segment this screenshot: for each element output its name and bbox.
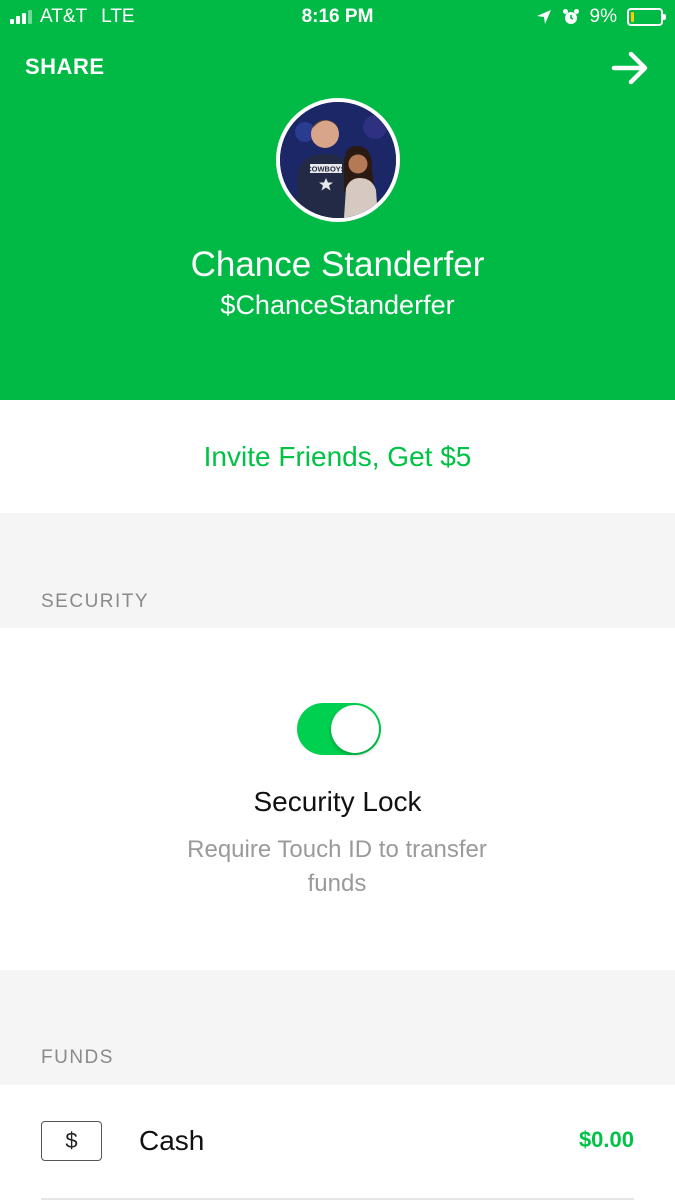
security-lock-description: Require Touch ID to transfer funds [187, 836, 487, 897]
profile-photo: COWBOYS [280, 102, 396, 218]
forward-arrow-icon[interactable] [611, 50, 651, 86]
invite-friends-button[interactable]: Invite Friends, Get $5 [0, 400, 675, 513]
dollar-icon: $ [41, 1121, 102, 1161]
profile-header: AT&T LTE 8:16 PM 9% SHARE COWBOYS Chance… [0, 0, 675, 400]
share-button[interactable]: SHARE [25, 54, 105, 80]
funds-card: $ Cash $0.00 [0, 1085, 675, 1200]
battery-icon [627, 8, 666, 26]
funds-section-label: FUNDS [41, 1047, 114, 1068]
cash-row[interactable]: $ Cash $0.00 [0, 1085, 675, 1200]
status-right: 9% [536, 6, 666, 28]
security-section-label: SECURITY [41, 591, 150, 612]
battery-level [631, 12, 634, 22]
profile-name: Chance Standerfer [190, 245, 485, 284]
alarm-clock-icon [562, 9, 579, 24]
toggle-knob [331, 705, 379, 753]
cash-label: Cash [139, 1125, 205, 1156]
security-card: Security Lock Require Touch ID to transf… [0, 628, 675, 970]
svg-text:COWBOYS: COWBOYS [306, 165, 346, 174]
cash-amount: $0.00 [578, 1127, 634, 1152]
status-bar: AT&T LTE 8:16 PM 9% [0, 0, 675, 36]
avatar[interactable]: COWBOYS [276, 98, 400, 222]
battery-percent: 9% [589, 6, 617, 27]
security-lock-title: Security Lock [253, 786, 422, 817]
security-lock-toggle[interactable] [297, 703, 381, 755]
profile-cashtag: $ChanceStanderfer [220, 290, 455, 320]
invite-friends-label: Invite Friends, Get $5 [203, 440, 472, 472]
location-arrow-icon [536, 10, 551, 24]
